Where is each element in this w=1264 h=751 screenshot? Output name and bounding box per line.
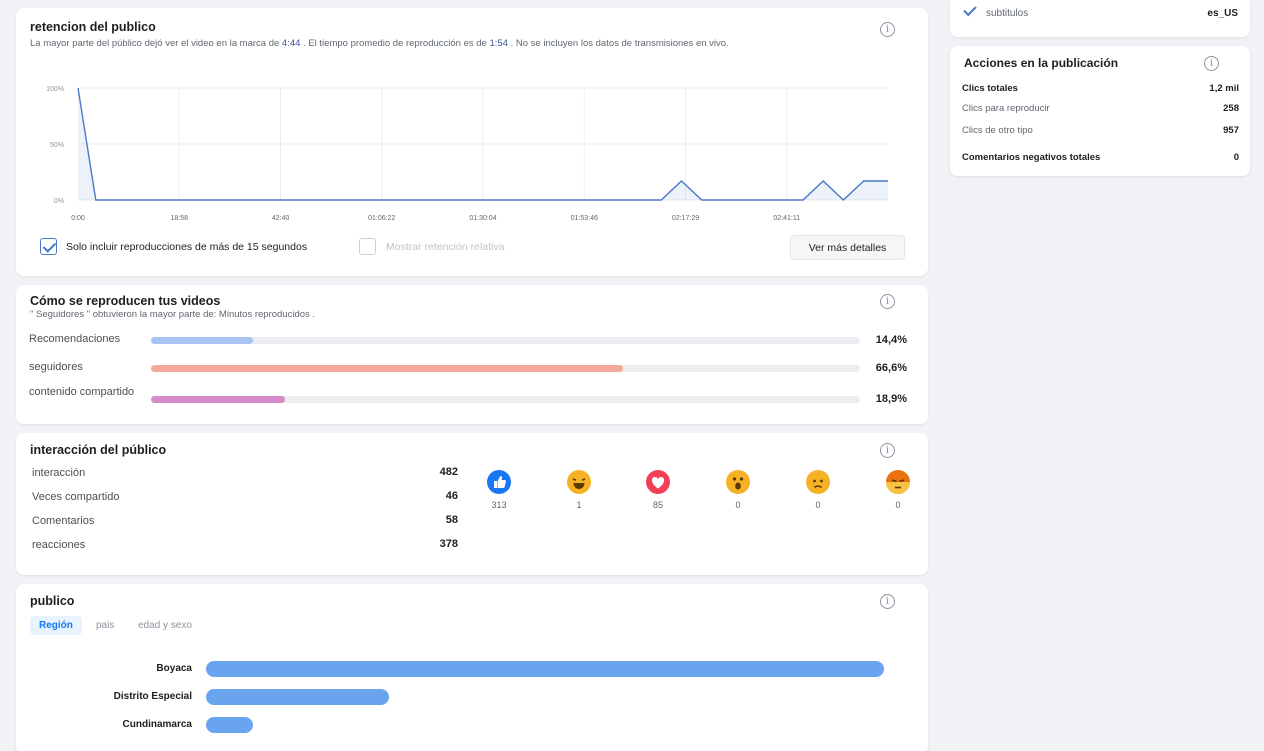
playback-subtitle: " Seguidores " obtuvieron la mayor parte…	[30, 309, 316, 320]
region-bar	[206, 689, 389, 705]
x-tick-label: 01:53:46	[571, 215, 598, 222]
reaction-count: 0	[895, 500, 901, 510]
action-label: Comentarios negativos totales	[962, 152, 1101, 163]
region-bar	[206, 661, 884, 677]
reaction-count: 85	[652, 500, 663, 510]
audience-title: publico	[30, 594, 75, 608]
subtitles-card: subtitulos es_US	[950, 0, 1250, 37]
info-icon[interactable]: i	[880, 22, 895, 37]
x-tick-label: 01:06:22	[368, 215, 395, 222]
x-tick-label: 02:41:11	[773, 215, 800, 222]
y-tick-label: 100%	[46, 86, 64, 93]
sad-icon	[806, 470, 830, 494]
reaction-count: 313	[491, 500, 507, 510]
source-track	[151, 337, 860, 344]
action-label: Clics para reproducir	[962, 103, 1050, 114]
y-tick-label: 50%	[50, 142, 64, 149]
reaction-item: 1	[549, 470, 609, 510]
tab-country[interactable]: pais	[96, 620, 114, 631]
subtitles-label: subtitulos	[986, 8, 1029, 19]
relative-retention-label: Mostrar retención relativa	[386, 241, 505, 253]
reaction-count: 0	[815, 500, 821, 510]
retention-title: retencion del publico	[30, 20, 156, 34]
reaction-count: 1	[576, 500, 582, 510]
check-icon	[963, 2, 977, 17]
info-icon[interactable]: i	[880, 443, 895, 458]
avg-time: 1:54	[489, 38, 508, 49]
only-15s-label: Solo incluir reproducciones de más de 15…	[66, 241, 308, 253]
post-actions-title: Acciones en la publicación	[964, 56, 1119, 70]
source-fill	[151, 365, 623, 372]
source-label: seguidores	[29, 361, 83, 373]
more-details-button[interactable]: Ver más detalles	[790, 235, 905, 260]
action-value: 1,2 mil	[1209, 83, 1239, 94]
x-tick-label: 18:58	[170, 215, 188, 222]
source-fill	[151, 396, 285, 403]
reaction-item: 0	[868, 470, 928, 510]
region-label: Cundinamarca	[122, 719, 192, 730]
subtitles-value: es_US	[1207, 8, 1238, 19]
info-icon[interactable]: i	[880, 594, 895, 609]
interaction-value: 46	[445, 490, 458, 502]
reaction-count: 0	[735, 500, 741, 510]
interaction-value: 378	[439, 538, 458, 550]
retention-description: La mayor parte del público dejó ver el v…	[30, 38, 729, 49]
source-percent: 66,6%	[875, 362, 907, 374]
reaction-item: 313	[469, 470, 529, 510]
source-track	[151, 365, 860, 372]
region-label: Boyaca	[156, 663, 192, 674]
action-value: 0	[1233, 152, 1239, 163]
interaction-title: interacción del público	[30, 443, 167, 457]
angry-icon	[886, 470, 910, 494]
source-fill	[151, 337, 253, 344]
relative-retention-checkbox[interactable]	[359, 238, 376, 255]
interaction-value: 482	[439, 466, 458, 478]
tab-age-gender[interactable]: edad y sexo	[138, 620, 192, 631]
retention-card: retencion del publico i La mayor parte d…	[16, 8, 928, 276]
reaction-item: 0	[708, 470, 768, 510]
love-icon	[646, 470, 670, 494]
source-track	[151, 396, 860, 403]
y-tick-label: 0%	[54, 198, 64, 205]
interaction-label: Comentarios	[32, 515, 95, 527]
like-icon	[487, 470, 511, 494]
x-tick-label: 42:40	[272, 215, 290, 222]
only-15s-checkbox[interactable]	[40, 238, 57, 255]
info-icon[interactable]: i	[880, 294, 895, 309]
playback-title: Cómo se reproducen tus videos	[30, 294, 221, 308]
playback-card: Cómo se reproducen tus videos i " Seguid…	[16, 285, 928, 424]
x-tick-label: 0:00	[71, 215, 85, 222]
region-bar	[206, 717, 253, 733]
source-label: contenido compartido	[29, 386, 135, 398]
action-value: 258	[1223, 103, 1239, 114]
action-label: Clics totales	[962, 83, 1018, 94]
interaction-value: 58	[445, 514, 458, 526]
reaction-item: 0	[788, 470, 848, 510]
source-percent: 18,9%	[875, 393, 907, 405]
drop-time: 4:44	[281, 38, 301, 49]
source-label: Recomendaciones	[29, 333, 121, 345]
region-label: Distrito Especial	[113, 691, 192, 702]
interaction-label: Veces compartido	[32, 491, 120, 503]
interaction-label: reacciones	[32, 539, 86, 551]
x-tick-label: 02:17:29	[672, 215, 699, 222]
info-icon[interactable]: i	[1204, 56, 1219, 71]
interaction-label: interacción	[32, 467, 86, 479]
x-tick-label: 01:30:04	[469, 215, 496, 222]
action-label: Clics de otro tipo	[962, 125, 1033, 136]
action-value: 957	[1223, 125, 1239, 136]
tab-region[interactable]: Región	[30, 616, 82, 635]
wow-icon	[726, 470, 750, 494]
haha-icon	[567, 470, 591, 494]
retention-chart: 100% 50% 0% 0:00 18:58 42:40 01:06:22 01:30:04 0…	[46, 86, 888, 222]
source-percent: 14,4%	[875, 334, 907, 346]
reaction-item: 85	[628, 470, 688, 510]
